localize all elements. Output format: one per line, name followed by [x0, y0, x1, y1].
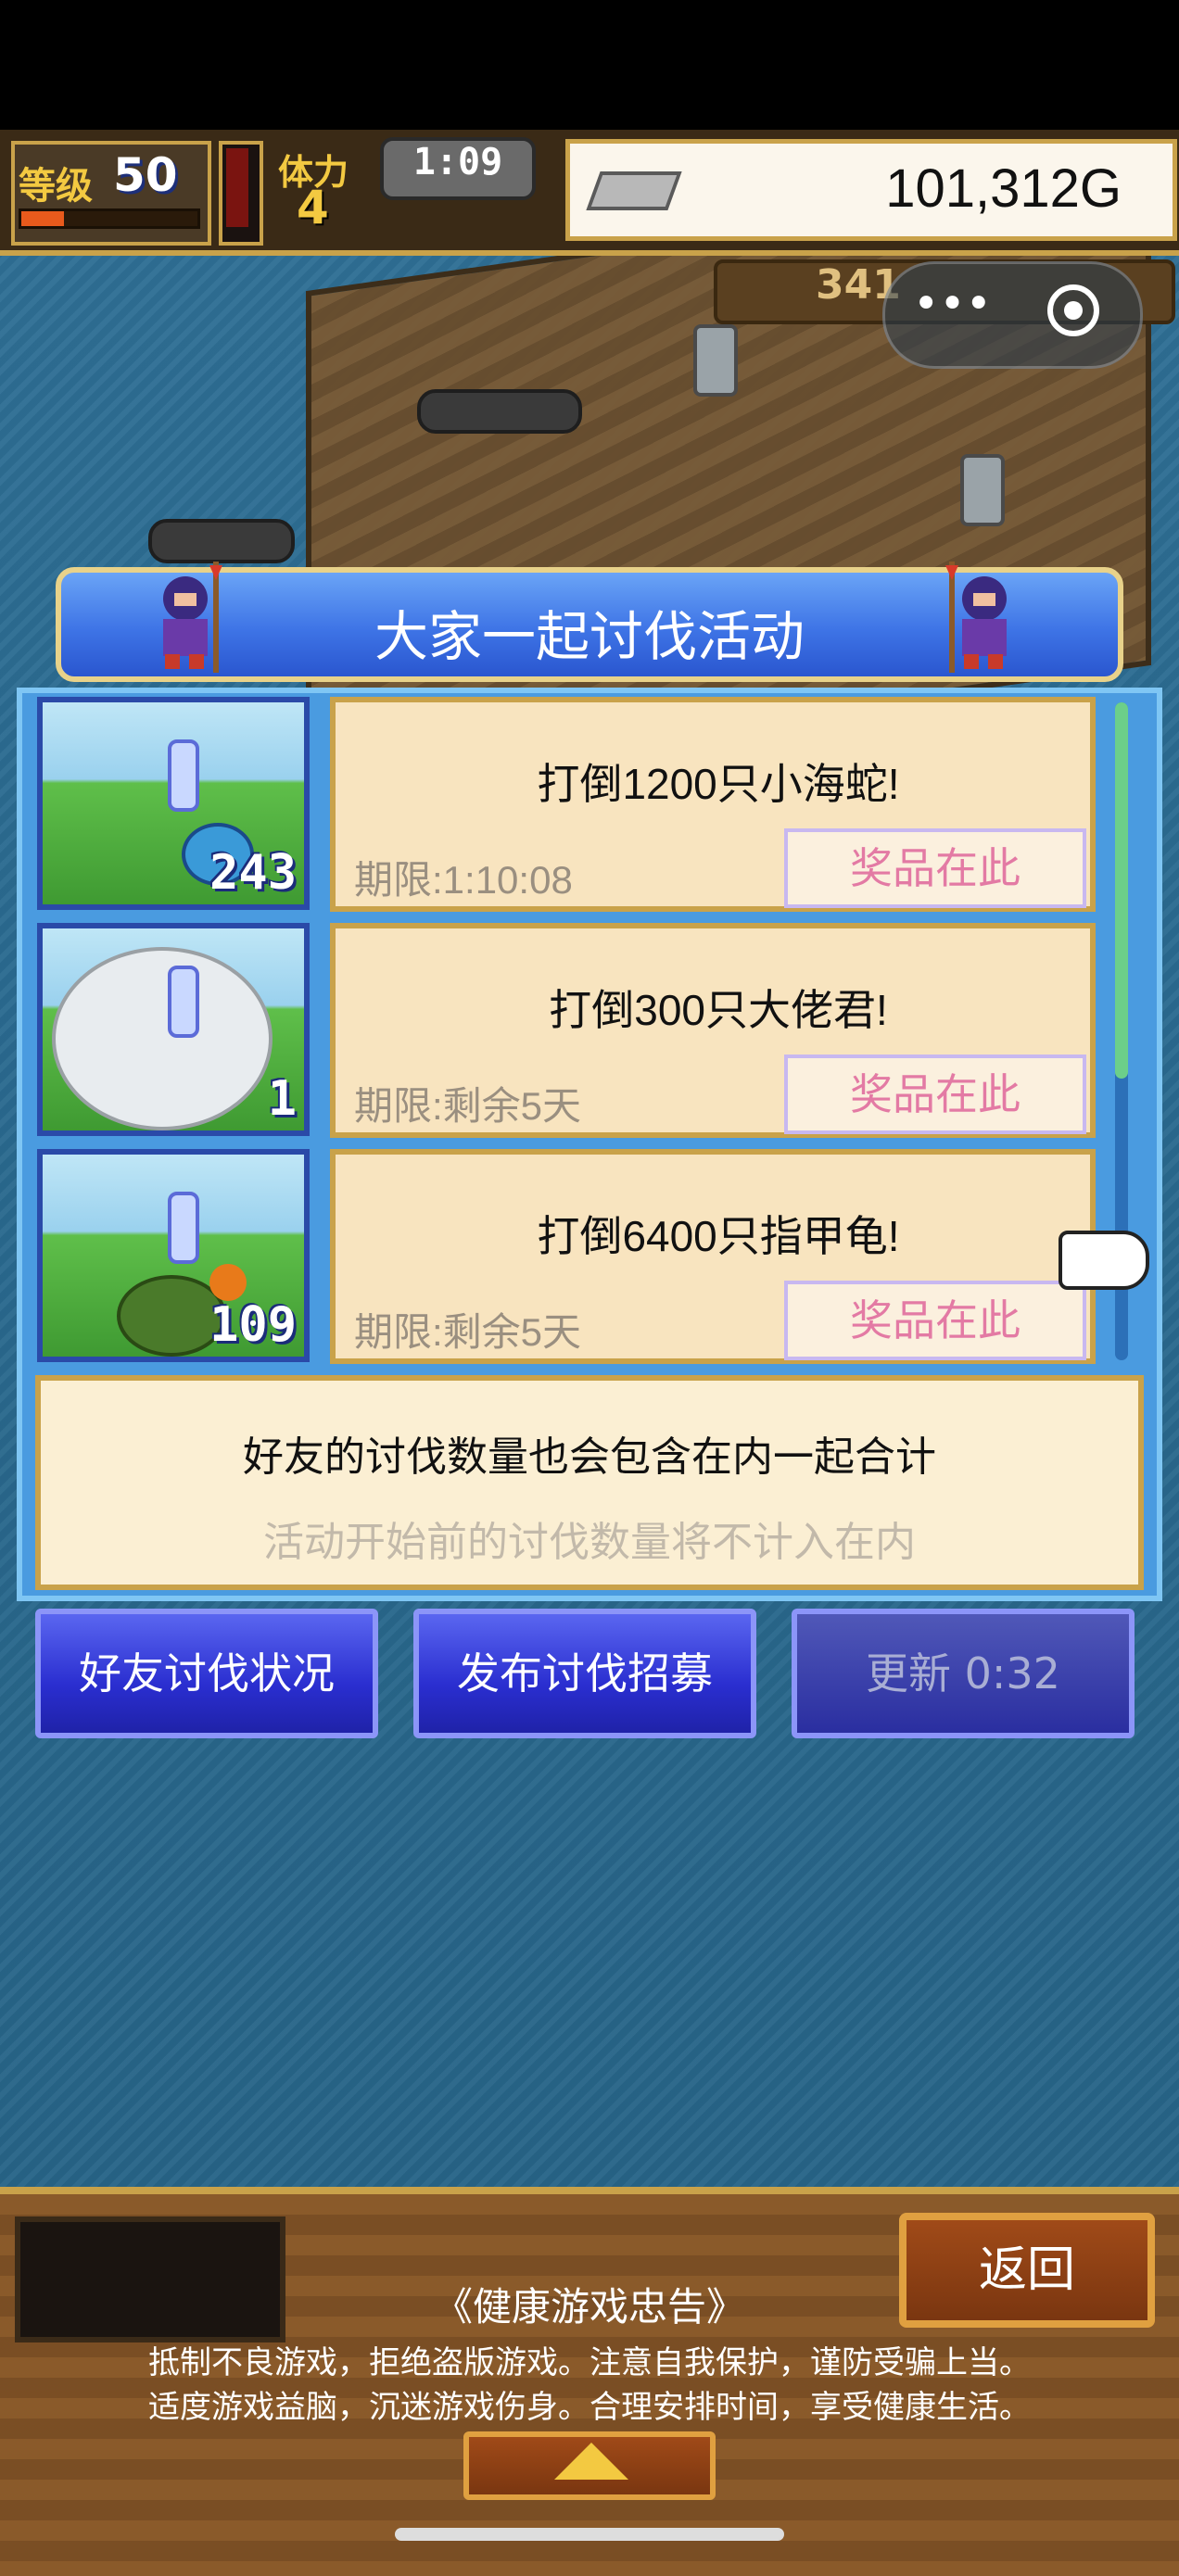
close-target-icon[interactable]	[1047, 284, 1099, 336]
info-subtext: 活动开始前的讨伐数量将不计入在内	[263, 1519, 916, 1566]
stamina-fill	[226, 148, 248, 227]
quest-card: 打倒1200只小海蛇! 期限:1:10:08 奖品在此	[330, 697, 1096, 912]
defeat-count: 1	[267, 1071, 297, 1127]
health-notice-line: 适度游戏益脑，沉迷游戏伤身。合理安排时间，享受健康生活。	[148, 2389, 1031, 2426]
quest-deadline: 期限:1:10:08	[354, 858, 573, 902]
scrollbar-thumb[interactable]	[1115, 702, 1128, 1079]
giant-squid-icon	[52, 947, 273, 1130]
info-text: 好友的讨伐数量也会包含在内一起合计	[243, 1433, 936, 1481]
friend-status-button[interactable]: 好友讨伐状况	[35, 1609, 378, 1738]
quest-title: 打倒1200只小海蛇!	[537, 760, 900, 808]
quest-deadline: 期限:剩余5天	[354, 1310, 582, 1354]
lamp-icon	[693, 324, 738, 397]
cannon-icon	[148, 519, 295, 563]
post-recruit-button[interactable]: 发布讨伐招募	[413, 1609, 756, 1738]
alert-icon	[168, 1192, 199, 1264]
monster-thumbnail: 1	[37, 923, 310, 1136]
health-notice-title: 《健康游戏忠告》	[433, 2284, 745, 2330]
health-notice-line: 抵制不良游戏，拒绝盗版游戏。注意自我保护，谨防受骗上当。	[148, 2344, 1031, 2381]
monster-thumbnail: 243	[37, 697, 310, 910]
defeat-count: 109	[209, 1297, 297, 1353]
reward-button[interactable]: 奖品在此	[784, 828, 1086, 908]
quest-title: 打倒6400只指甲龟!	[537, 1212, 900, 1260]
quest-card: 打倒6400只指甲龟! 期限:剩余5天 奖品在此	[330, 1149, 1096, 1364]
arrow-up-icon	[554, 2443, 628, 2480]
knight-icon	[945, 562, 1007, 673]
experience-fill	[21, 211, 64, 226]
level-label: 等级	[19, 165, 93, 208]
monster-thumbnail: 109	[37, 1149, 310, 1362]
home-indicator[interactable]	[395, 2528, 784, 2541]
status-bar	[0, 0, 1179, 130]
gold-bar-icon	[586, 171, 682, 210]
level-value: 50	[113, 148, 178, 202]
reward-button[interactable]: 奖品在此	[784, 1054, 1086, 1134]
alert-icon	[168, 966, 199, 1038]
lamp-icon	[960, 454, 1005, 526]
gold-amount: 101,312G	[885, 158, 1122, 219]
quest-card: 打倒300只大佬君! 期限:剩余5天 奖品在此	[330, 923, 1096, 1138]
refresh-button[interactable]: 更新 0:32	[792, 1609, 1135, 1738]
knight-icon	[163, 562, 222, 673]
timer-text: 1:09	[412, 141, 503, 183]
more-icon[interactable]: •••	[913, 278, 992, 330]
reward-button[interactable]: 奖品在此	[784, 1281, 1086, 1360]
pointer-hand-icon	[1059, 1231, 1149, 1290]
quest-title: 打倒300只大佬君!	[549, 986, 888, 1034]
stamina-value: 4	[297, 181, 329, 234]
cannon-icon	[417, 389, 582, 434]
defeat-count: 243	[209, 845, 297, 901]
alert-icon	[168, 739, 199, 812]
flame-icon	[209, 1264, 247, 1301]
quest-deadline: 期限:剩余5天	[354, 1084, 582, 1128]
